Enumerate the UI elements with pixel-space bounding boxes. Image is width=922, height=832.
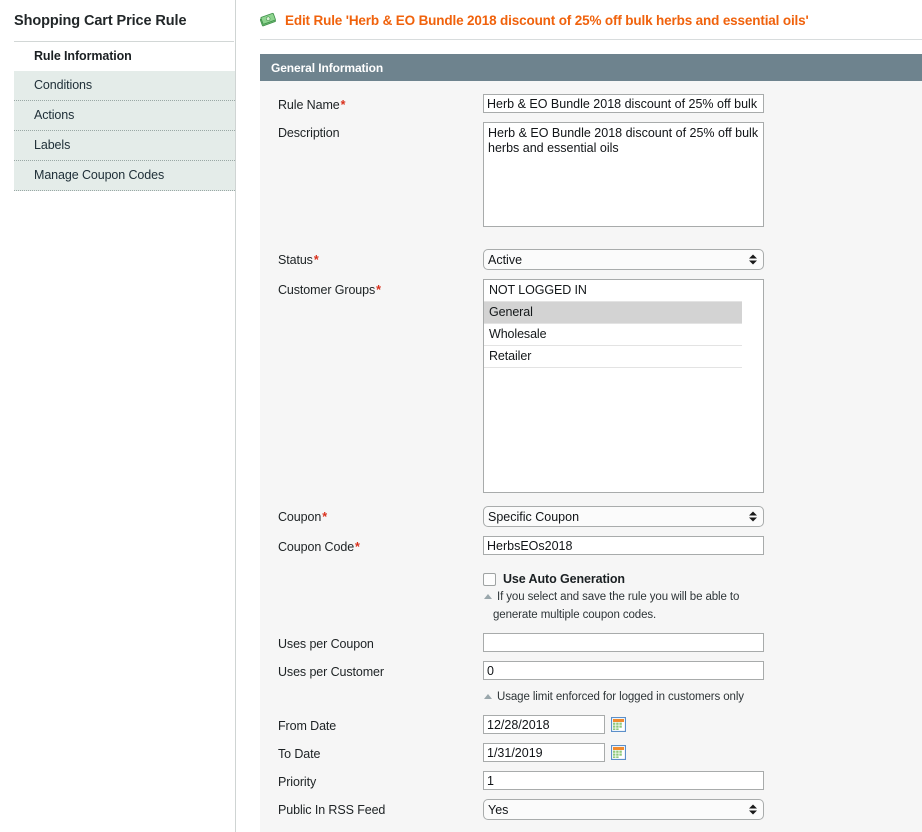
required-marker: * <box>375 283 381 297</box>
label-text: Coupon Code <box>278 540 354 554</box>
list-item[interactable]: NOT LOGGED IN <box>484 280 742 302</box>
field-customer-groups: Customer Groups* NOT LOGGED IN General W… <box>260 279 922 493</box>
required-marker: * <box>354 540 360 554</box>
uses-per-customer-note: Usage limit enforced for logged in custo… <box>260 689 922 705</box>
coupon-label: Coupon* <box>278 506 483 524</box>
public-rss-label: Public In RSS Feed <box>278 799 483 817</box>
money-icon <box>260 12 277 29</box>
customer-groups-listbox[interactable]: NOT LOGGED IN General Wholesale Retailer <box>483 279 764 493</box>
calendar-icon[interactable] <box>611 717 626 732</box>
label-text: Rule Name <box>278 98 340 112</box>
page-title: Edit Rule 'Herb & EO Bundle 2018 discoun… <box>285 13 809 28</box>
sidebar-item-actions[interactable]: Actions <box>14 101 235 131</box>
label-text: Status <box>278 253 313 267</box>
calendar-icon[interactable] <box>611 745 626 760</box>
sidebar-item-rule-information[interactable]: Rule Information <box>14 42 235 71</box>
list-item[interactable]: Retailer <box>484 346 742 368</box>
note-text: Usage limit enforced for logged in custo… <box>497 689 744 705</box>
sidebar-item-labels[interactable]: Labels <box>14 131 235 161</box>
uses-per-coupon-label: Uses per Coupon <box>278 633 483 651</box>
sidebar-item-conditions[interactable]: Conditions <box>14 71 235 101</box>
required-marker: * <box>340 98 346 112</box>
to-date-input[interactable] <box>483 743 605 762</box>
coupon-select[interactable]: Specific Coupon <box>483 506 764 527</box>
sidebar-item-manage-coupon-codes[interactable]: Manage Coupon Codes <box>14 161 235 191</box>
sidebar-item-label: Actions <box>34 108 74 122</box>
field-uses-per-customer: Uses per Customer <box>260 661 922 680</box>
to-date-label: To Date <box>278 743 483 761</box>
note-text: If you select and save the rule you will… <box>497 589 739 605</box>
field-rule-name: Rule Name* <box>260 94 922 113</box>
from-date-label: From Date <box>278 715 483 733</box>
status-label: Status* <box>278 249 483 267</box>
required-marker: * <box>321 510 327 524</box>
content-area: Edit Rule 'Herb & EO Bundle 2018 discoun… <box>237 0 922 832</box>
sidebar: Shopping Cart Price Rule Rule Informatio… <box>0 0 236 832</box>
sidebar-item-label: Rule Information <box>34 49 132 63</box>
field-uses-per-coupon: Uses per Coupon <box>260 633 922 652</box>
sidebar-item-label: Conditions <box>34 78 92 92</box>
field-status: Status* Active <box>260 249 922 270</box>
title-divider <box>260 39 922 40</box>
uses-per-customer-label: Uses per Customer <box>278 661 483 679</box>
field-use-auto-generation: Use Auto Generation <box>260 572 922 586</box>
use-auto-generation-label: Use Auto Generation <box>503 572 625 586</box>
description-textarea[interactable]: Herb & EO Bundle 2018 discount of 25% of… <box>483 122 764 227</box>
page-header: Edit Rule 'Herb & EO Bundle 2018 discoun… <box>237 0 922 39</box>
field-priority: Priority <box>260 771 922 790</box>
caret-up-icon <box>484 594 492 599</box>
list-item[interactable]: General <box>484 302 742 324</box>
coupon-code-input[interactable] <box>483 536 764 555</box>
page-root: Shopping Cart Price Rule Rule Informatio… <box>0 0 922 832</box>
label-text: Customer Groups <box>278 283 375 297</box>
auto-generation-note-line-2: generate multiple coupon codes. <box>260 607 922 623</box>
sidebar-item-label: Manage Coupon Codes <box>34 168 164 182</box>
required-marker: * <box>313 253 319 267</box>
list-item[interactable]: Wholesale <box>484 324 742 346</box>
field-description: Description Herb & EO Bundle 2018 discou… <box>260 122 922 232</box>
listbox-scrollbar[interactable] <box>742 280 763 492</box>
priority-label: Priority <box>278 771 483 789</box>
uses-per-customer-input[interactable] <box>483 661 764 680</box>
field-to-date: To Date <box>260 743 922 762</box>
coupon-code-label: Coupon Code* <box>278 536 483 554</box>
general-information-panel: General Information Rule Name* Descripti… <box>260 54 922 832</box>
sidebar-item-label: Labels <box>34 138 70 152</box>
field-from-date: From Date <box>260 715 922 734</box>
auto-generation-note-line-1: If you select and save the rule you will… <box>260 589 922 605</box>
public-rss-select[interactable]: Yes <box>483 799 764 820</box>
status-select[interactable]: Active <box>483 249 764 270</box>
customer-groups-label: Customer Groups* <box>278 279 483 297</box>
sidebar-nav: Rule Information Conditions Actions Labe… <box>0 42 235 191</box>
field-public-in-rss-feed: Public In RSS Feed Yes <box>260 799 922 820</box>
from-date-input[interactable] <box>483 715 605 734</box>
note-text: generate multiple coupon codes. <box>484 607 656 623</box>
uses-per-coupon-input[interactable] <box>483 633 764 652</box>
description-label: Description <box>278 122 483 140</box>
priority-input[interactable] <box>483 771 764 790</box>
field-coupon-code: Coupon Code* <box>260 536 922 555</box>
use-auto-generation-checkbox[interactable] <box>483 573 496 586</box>
sidebar-title: Shopping Cart Price Rule <box>14 0 234 42</box>
rule-name-label: Rule Name* <box>278 94 483 112</box>
label-text: Coupon <box>278 510 321 524</box>
caret-up-icon <box>484 694 492 699</box>
rule-name-input[interactable] <box>483 94 764 113</box>
field-coupon: Coupon* Specific Coupon <box>260 506 922 527</box>
panel-body: Rule Name* Description Herb & EO Bundle … <box>260 81 922 832</box>
panel-heading: General Information <box>260 54 922 81</box>
